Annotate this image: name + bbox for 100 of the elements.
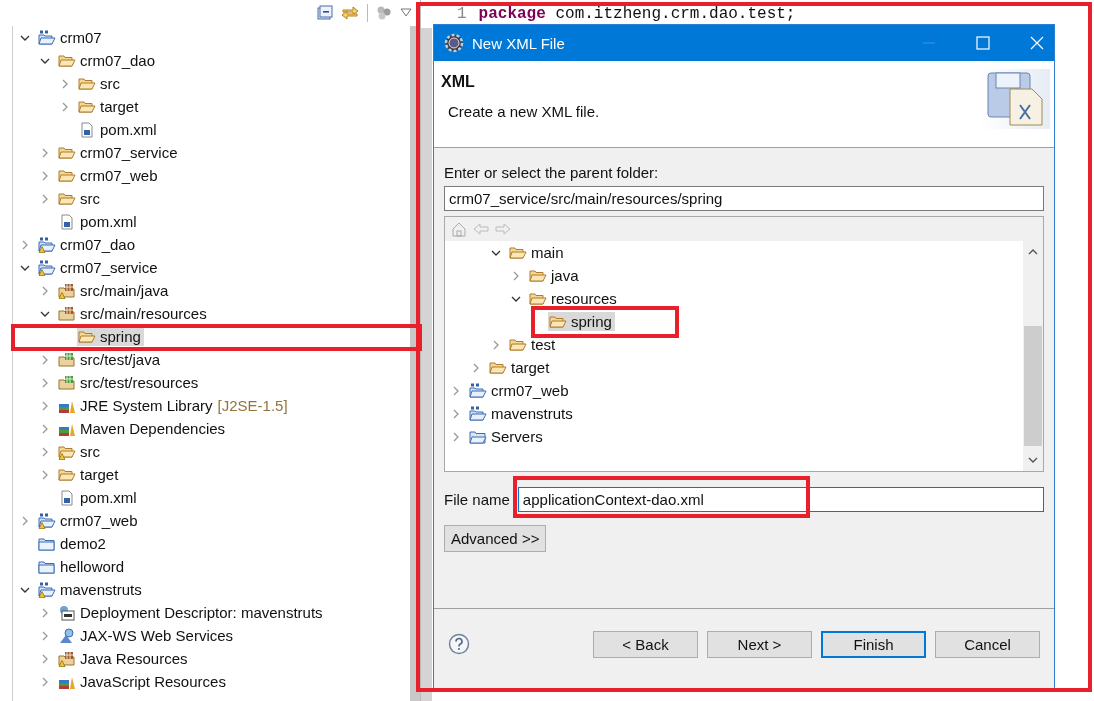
tree-item[interactable]: crm07_dao xyxy=(57,51,159,70)
folder-icon xyxy=(58,52,76,69)
tree-item[interactable]: src/test/resources xyxy=(57,373,202,392)
dialog-button[interactable]: < Back xyxy=(593,630,698,658)
maximize-icon[interactable] xyxy=(976,36,990,50)
collapse-all-icon[interactable] xyxy=(317,5,333,21)
folder-icon xyxy=(509,336,527,353)
field-label: File name xyxy=(444,491,510,508)
tree-item[interactable]: src/test/java xyxy=(57,350,164,369)
tree-item[interactable]: target xyxy=(57,465,122,484)
tree-item[interactable]: crm07 xyxy=(37,28,105,47)
scroll-up-icon[interactable] xyxy=(1027,247,1039,257)
project-folder-icon xyxy=(38,29,56,46)
scroll-down-icon[interactable] xyxy=(1027,455,1039,465)
tree-item[interactable]: main xyxy=(508,243,567,262)
tree-item[interactable]: target xyxy=(77,97,142,116)
window-title: New XML File xyxy=(472,34,566,52)
file-name-field[interactable]: applicationContext-dao.xml xyxy=(517,487,1044,512)
folder-icon xyxy=(469,428,487,445)
library-version: [J2SE-1.5] xyxy=(217,397,288,414)
package-folder-icon xyxy=(58,650,76,667)
package-folder-icon xyxy=(58,305,76,322)
folder-icon xyxy=(529,290,547,307)
folder-icon xyxy=(58,144,76,161)
folder-icon xyxy=(529,267,547,284)
file-icon xyxy=(58,489,76,506)
file-icon xyxy=(58,213,76,230)
folder-icon xyxy=(38,535,56,552)
tree-item[interactable]: crm07_web xyxy=(37,511,141,530)
tree-item[interactable]: resources xyxy=(528,289,620,308)
field-label: Enter or select the parent folder: xyxy=(444,164,660,181)
folder-icon xyxy=(38,558,56,575)
line-number: 1 xyxy=(457,5,467,23)
project-folder-icon xyxy=(38,581,56,598)
code-line: package com.itzheng.crm.dao.test; xyxy=(478,5,796,23)
folder-icon xyxy=(58,466,76,483)
tree-item[interactable]: src/main/java xyxy=(57,281,172,300)
home-icon[interactable] xyxy=(451,221,467,237)
tree-item[interactable]: crm07_service xyxy=(57,143,181,162)
folder-icon xyxy=(549,313,567,330)
project-folder-icon xyxy=(38,259,56,276)
folder-icon xyxy=(58,167,76,184)
tree-item[interactable]: java xyxy=(528,266,582,285)
tree-item[interactable]: mavenstruts xyxy=(468,404,576,423)
tree-item[interactable]: Deployment Descriptor: mavenstruts xyxy=(57,603,326,622)
dialog-button[interactable]: Next > xyxy=(707,630,812,658)
folder-icon xyxy=(78,98,96,115)
tree-item[interactable]: helloword xyxy=(37,557,128,576)
tree-item[interactable]: test xyxy=(508,335,559,354)
tree-item[interactable]: Java Resources xyxy=(57,649,191,668)
folder-icon xyxy=(58,190,76,207)
tree-item[interactable]: crm07_web xyxy=(468,381,572,400)
page-description: Create a new XML file. xyxy=(447,103,600,120)
tree-item[interactable]: demo2 xyxy=(37,534,109,553)
tree-item[interactable]: target xyxy=(488,358,553,377)
tree-item[interactable]: JRE System Library [J2SE-1.5] xyxy=(57,396,291,415)
package-folder-icon xyxy=(58,282,76,299)
project-folder-icon xyxy=(38,512,56,529)
project-folder-icon xyxy=(469,382,487,399)
tree-item[interactable]: pom.xml xyxy=(57,488,140,507)
tree-item[interactable]: spring xyxy=(77,327,144,346)
tree-item[interactable]: src xyxy=(77,74,123,93)
view-menu-icon[interactable] xyxy=(400,8,412,18)
tree-item[interactable]: pom.xml xyxy=(57,212,140,231)
gear-icon xyxy=(444,33,464,53)
advanced-button[interactable]: Advanced >> xyxy=(444,525,547,552)
scrollbar[interactable] xyxy=(410,26,420,701)
tree-item[interactable]: src/main/resources xyxy=(57,304,210,323)
tree-item[interactable]: JAX-WS Web Services xyxy=(57,626,237,645)
tree-item[interactable]: JavaScript Resources xyxy=(57,672,229,691)
tree-item[interactable]: spring xyxy=(548,312,615,331)
forward-icon[interactable] xyxy=(495,221,511,237)
parent-folder-field[interactable]: crm07_service/src/main/resources/spring xyxy=(444,186,1044,211)
back-icon[interactable] xyxy=(473,221,489,237)
tree-item[interactable]: src xyxy=(57,189,103,208)
tree-item[interactable]: Servers xyxy=(468,427,546,446)
scrollbar[interactable] xyxy=(1023,241,1043,471)
folder-icon xyxy=(489,359,507,376)
close-icon[interactable] xyxy=(1030,36,1044,50)
tree-item[interactable]: pom.xml xyxy=(77,120,160,139)
filter-icon[interactable] xyxy=(376,5,392,21)
tree-item[interactable]: crm07_dao xyxy=(37,235,139,254)
package-folder-icon xyxy=(58,374,76,391)
tree-item[interactable]: src xyxy=(57,442,103,461)
folder-icon xyxy=(78,75,96,92)
document-icon xyxy=(58,604,76,621)
dialog-button[interactable]: Finish xyxy=(821,630,926,658)
page-heading: XML xyxy=(441,73,476,91)
dialog-button[interactable]: Cancel xyxy=(935,630,1040,658)
tree-item[interactable]: Maven Dependencies xyxy=(57,419,229,438)
folder-icon xyxy=(78,328,96,345)
tree-item[interactable]: crm07_service xyxy=(37,258,161,277)
folder-icon xyxy=(58,443,76,460)
file-icon xyxy=(78,121,96,138)
help-icon[interactable] xyxy=(448,633,470,655)
package-folder-icon xyxy=(58,351,76,368)
tree-item[interactable]: crm07_web xyxy=(57,166,161,185)
project-folder-icon xyxy=(469,405,487,422)
link-icon[interactable] xyxy=(341,4,359,22)
tree-item[interactable]: mavenstruts xyxy=(37,580,145,599)
